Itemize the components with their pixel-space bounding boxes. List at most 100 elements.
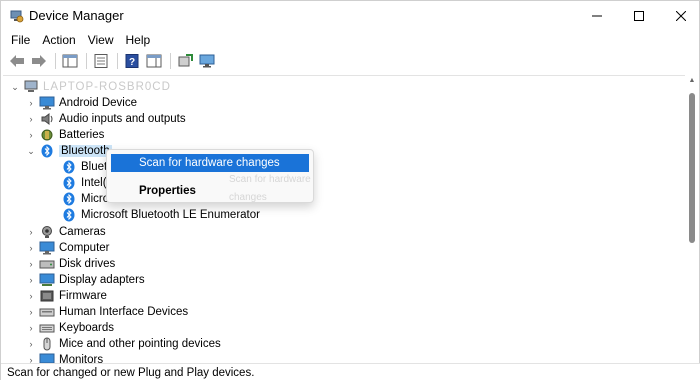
maximize-button[interactable]: [617, 1, 661, 31]
tree-item-label: Audio inputs and outputs: [59, 113, 186, 125]
keyboard-icon: [39, 320, 55, 336]
title-bar: Device Manager: [1, 1, 700, 31]
chevron-right-icon[interactable]: ›: [25, 111, 37, 127]
help-button[interactable]: ?: [122, 52, 142, 70]
bluetooth-icon: [61, 159, 77, 175]
tree-root[interactable]: ⌄ LAPTOP-ROSBR0CD: [9, 79, 171, 95]
menu-file[interactable]: File: [1, 31, 36, 49]
minimize-button[interactable]: [575, 1, 619, 31]
chevron-right-icon[interactable]: ›: [25, 288, 37, 304]
toolbar-separator: [55, 53, 56, 69]
bluetooth-icon: [61, 175, 77, 191]
maximize-icon: [634, 11, 644, 21]
window-title: Device Manager: [29, 8, 124, 23]
speaker-icon: [39, 111, 55, 127]
tree-item-label: Bluetooth: [59, 145, 112, 157]
disk-drive-icon: [39, 256, 55, 272]
minimize-icon: [592, 15, 602, 17]
menu-view[interactable]: View: [82, 31, 120, 49]
tree-item-bluetooth[interactable]: ⌄ Bluetooth: [25, 143, 112, 159]
help-icon: ?: [125, 54, 139, 68]
vertical-scrollbar[interactable]: ▲: [685, 75, 699, 363]
tree-item-audio-inputs-outputs[interactable]: › Audio inputs and outputs: [25, 111, 186, 127]
chevron-right-icon[interactable]: ›: [25, 224, 37, 240]
scan-for-hardware-changes-menu-item[interactable]: Scan for hardware changes: [111, 154, 309, 172]
computer-name-label: LAPTOP-ROSBR0CD: [43, 81, 171, 93]
chevron-right-icon[interactable]: ›: [25, 256, 37, 272]
battery-icon: [39, 127, 55, 143]
tree-item-label: Batteries: [59, 129, 105, 141]
bluetooth-icon: [39, 143, 55, 159]
camera-icon: [39, 224, 55, 240]
bluetooth-icon: [61, 207, 77, 223]
properties-button[interactable]: [91, 52, 111, 70]
context-menu: Scan for hardware changes Scan for hardw…: [106, 149, 314, 203]
computer-icon: [23, 79, 39, 95]
chevron-right-icon[interactable]: ›: [25, 352, 37, 363]
tree-item-android-device[interactable]: › Android Device: [25, 95, 137, 111]
forward-button[interactable]: [29, 52, 49, 70]
menu-action[interactable]: Action: [36, 31, 81, 49]
menu-help[interactable]: Help: [120, 31, 157, 49]
chevron-down-icon[interactable]: ⌄: [25, 143, 37, 159]
action-pane-button[interactable]: [144, 52, 164, 70]
device-manager-window: Device Manager File Action View Help ? ⌄…: [0, 0, 700, 380]
chevron-right-icon[interactable]: ›: [25, 95, 37, 111]
tree-item-computer[interactable]: › Computer: [25, 240, 110, 256]
properties-menu-item[interactable]: Properties: [111, 182, 309, 200]
tree-item-label: Monitors: [59, 354, 104, 363]
toolbar-separator: [86, 53, 87, 69]
toolbar-separator: [170, 53, 171, 69]
show-hide-console-tree-icon: [62, 54, 78, 68]
chevron-down-icon[interactable]: ⌄: [9, 79, 21, 95]
tree-item-label: Cameras: [59, 226, 106, 238]
tree-item-firmware[interactable]: › Firmware: [25, 288, 107, 304]
tree-item-disk-drives[interactable]: › Disk drives: [25, 256, 116, 272]
update-driver-icon: [178, 54, 193, 67]
back-button[interactable]: [7, 52, 27, 70]
tree-item-label: Display adapters: [59, 274, 145, 286]
svg-text:?: ?: [129, 57, 135, 68]
scan-hardware-icon: [199, 54, 215, 68]
properties-icon: [94, 54, 108, 68]
scroll-up-arrow-icon[interactable]: ▲: [685, 75, 699, 87]
chevron-right-icon[interactable]: ›: [25, 127, 37, 143]
computer-icon: [39, 240, 55, 256]
chevron-right-icon[interactable]: ›: [25, 240, 37, 256]
action-pane-icon: [146, 54, 162, 68]
toolbar-separator: [117, 53, 118, 69]
chevron-right-icon[interactable]: ›: [25, 304, 37, 320]
tree-item-keyboards[interactable]: › Keyboards: [25, 320, 114, 336]
forward-arrow-icon: [32, 55, 46, 67]
tree-item-mice[interactable]: › Mice and other pointing devices: [25, 336, 221, 352]
back-arrow-icon: [10, 55, 24, 67]
mouse-icon: [39, 336, 55, 352]
tree-child-ms-bluetooth-le-enumerator[interactable]: Microsoft Bluetooth LE Enumerator: [59, 207, 260, 223]
hid-icon: [39, 304, 55, 320]
tree-item-batteries[interactable]: › Batteries: [25, 127, 105, 143]
toolbar: ?: [1, 50, 700, 72]
scan-hardware-button[interactable]: [197, 52, 217, 70]
monitor-icon: [39, 352, 55, 363]
tree-item-label: Mice and other pointing devices: [59, 338, 221, 350]
tree-item-human-interface-devices[interactable]: › Human Interface Devices: [25, 304, 189, 320]
chevron-right-icon[interactable]: ›: [25, 320, 37, 336]
scroll-thumb[interactable]: [689, 93, 695, 243]
tree-item-label: Firmware: [59, 290, 107, 302]
bluetooth-icon: [61, 191, 77, 207]
tree-item-monitors[interactable]: › Monitors: [25, 352, 103, 363]
device-tree[interactable]: ⌄ LAPTOP-ROSBR0CD › Android Device › Aud…: [3, 75, 685, 363]
status-bar: Scan for changed or new Plug and Play de…: [1, 363, 700, 380]
update-driver-button[interactable]: [175, 52, 195, 70]
tree-item-label: Computer: [59, 242, 110, 254]
tree-item-label: Disk drives: [59, 258, 116, 270]
tree-item-cameras[interactable]: › Cameras: [25, 224, 106, 240]
menu-bar: File Action View Help: [1, 31, 156, 49]
tree-item-display-adapters[interactable]: › Display adapters: [25, 272, 145, 288]
close-button[interactable]: [659, 1, 700, 31]
display-adapter-icon: [39, 272, 55, 288]
chevron-right-icon[interactable]: ›: [25, 272, 37, 288]
show-hide-console-tree-button[interactable]: [60, 52, 80, 70]
tree-child-label: Microsoft Bluetooth LE Enumerator: [81, 209, 260, 221]
chevron-right-icon[interactable]: ›: [25, 336, 37, 352]
